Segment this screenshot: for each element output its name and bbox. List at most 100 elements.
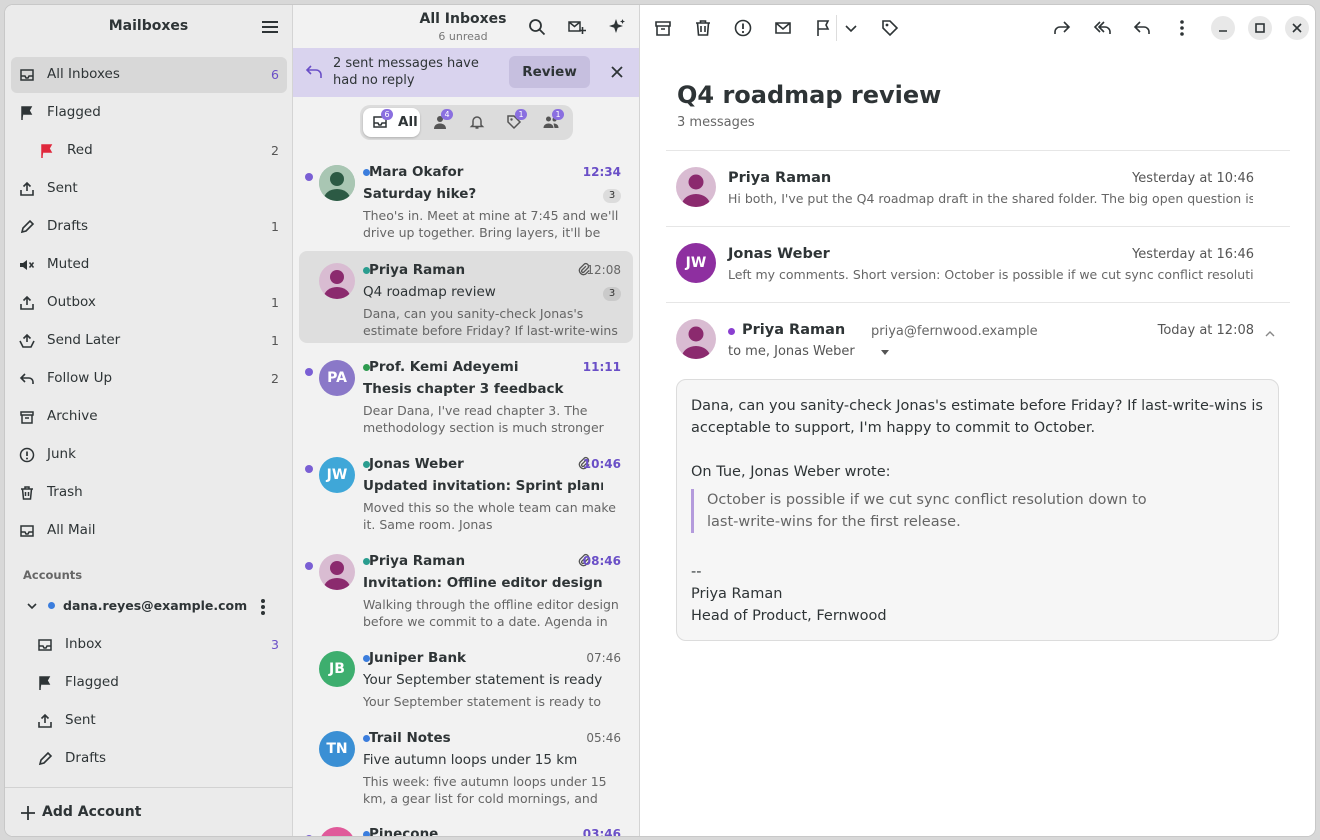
add-account-button[interactable]: Add Account: [5, 787, 293, 836]
quoted-text-content: October is possible if we cut sync confl…: [707, 492, 1147, 530]
review-button[interactable]: Review: [509, 56, 590, 88]
filter-all[interactable]: 6 All: [363, 108, 420, 137]
message-time: 11:11: [582, 360, 621, 374]
reply-all-icon[interactable]: [1092, 18, 1112, 38]
hamburger-menu-icon[interactable]: [262, 20, 278, 34]
filter-tags[interactable]: 1: [497, 108, 531, 137]
sidebar-item-send-later[interactable]: Send Later 1: [11, 323, 287, 359]
message-row[interactable]: TN Trail Notes 05:46 Five autumn loops u…: [299, 719, 633, 811]
message-preview: This week: five autumn loops under 15 km…: [363, 774, 607, 806]
avatar: [319, 165, 355, 201]
sidebar-item-flagged[interactable]: Flagged: [11, 95, 287, 131]
message-time: Yesterday at 10:46: [1132, 171, 1254, 186]
minimize-icon: [1219, 30, 1227, 32]
account-item-sent[interactable]: Sent: [11, 703, 287, 739]
account-row[interactable]: dana.reyes@example.com: [11, 591, 287, 621]
message-preview: Hi both, I've put the Q4 roadmap draft i…: [728, 191, 1253, 206]
sidebar-item-label: Red: [67, 142, 93, 158]
filter-bar: 6 All 4 1 1: [360, 105, 573, 140]
chevron-up-icon[interactable]: [1264, 328, 1276, 340]
close-icon[interactable]: [611, 66, 623, 78]
filter-groups[interactable]: 1: [534, 108, 570, 137]
sidebar-item-follow-up[interactable]: Follow Up 2: [11, 361, 287, 397]
maximize-button[interactable]: [1248, 16, 1272, 40]
message-row-selected[interactable]: Priya Raman 12:08 Q4 roadmap review 3 Da…: [299, 251, 633, 343]
sidebar-item-label: Trash: [47, 484, 83, 500]
sidebar-item-label: Flagged: [47, 104, 101, 120]
inbox-icon: [20, 69, 34, 81]
message-row[interactable]: JB Juniper Bank 07:46 Your September sta…: [299, 639, 633, 714]
sidebar-item-label: Archive: [47, 408, 98, 424]
message-preview: Moved this so the whole team can make it…: [363, 500, 616, 532]
sidebar-item-sent[interactable]: Sent: [11, 171, 287, 207]
sidebar-item-archive[interactable]: Archive: [11, 399, 287, 435]
account-item-drafts[interactable]: Drafts: [11, 741, 287, 777]
sent-icon: [20, 181, 34, 196]
message-row[interactable]: JW Jonas Weber 10:46 Updated invitation:…: [299, 445, 633, 537]
message-subject: Your September statement is ready: [363, 672, 603, 688]
sidebar-item-junk[interactable]: Junk: [11, 437, 287, 473]
banner-text: 2 sent messages have had no reply: [333, 56, 479, 88]
collapsed-message[interactable]: JW Jonas Weber Yesterday at 16:46 Left m…: [666, 226, 1290, 302]
account-item-inbox[interactable]: Inbox 3: [11, 627, 287, 663]
kebab-menu-icon[interactable]: [260, 598, 266, 616]
sidebar-item-outbox[interactable]: Outbox 1: [11, 285, 287, 321]
message-sender: Priya Raman: [369, 553, 466, 569]
compose-icon[interactable]: [568, 18, 586, 36]
message-row[interactable]: Priya Raman 08:46 Invitation: Offline ed…: [299, 542, 633, 634]
sidebar-item-red[interactable]: Red 2: [11, 133, 287, 169]
sidebar-item-label: Muted: [47, 256, 90, 272]
archive-icon[interactable]: [653, 18, 673, 38]
reply-icon: [19, 373, 34, 384]
search-icon[interactable]: [528, 18, 546, 36]
tag-icon[interactable]: [880, 18, 900, 38]
chevron-down-icon[interactable]: [841, 18, 861, 38]
account-email: dana.reyes@example.com: [63, 598, 248, 613]
more-options-icon[interactable]: [1172, 18, 1192, 38]
chevron-down-icon[interactable]: [25, 599, 39, 613]
message-subject: Q4 roadmap review: [363, 284, 496, 300]
filter-people[interactable]: 4: [423, 108, 457, 137]
message-preview: Theo's in. Meet at mine at 7:45 and we'l…: [363, 208, 619, 240]
message-sender: Juniper Bank: [369, 650, 467, 666]
message-subject: Thesis chapter 3 feedback: [363, 381, 564, 397]
sparkle-icon[interactable]: [608, 18, 626, 36]
sidebar-item-all-inboxes[interactable]: All Inboxes 6: [11, 57, 287, 93]
collapsed-message[interactable]: Priya Raman Yesterday at 10:46 Hi both, …: [666, 150, 1290, 226]
avatar: JB: [319, 651, 355, 687]
filter-badge: 1: [552, 109, 564, 120]
sidebar-item-all-mail[interactable]: All Mail: [11, 513, 287, 549]
avatar: [676, 167, 716, 207]
open-message-header[interactable]: Priya Raman priya@fernwood.example Today…: [666, 302, 1290, 372]
mark-unread-icon[interactable]: [773, 18, 793, 38]
sidebar-item-label: All Inboxes: [47, 66, 120, 82]
message-row[interactable]: P Pinecone 03:46: [299, 815, 633, 836]
message-row[interactable]: Mara Okafor 12:34 Saturday hike? 3 Theo'…: [299, 153, 633, 245]
recipients[interactable]: to me, Jonas Weber: [728, 344, 855, 359]
sender-name: Priya Raman: [728, 170, 832, 186]
filter-badge: 1: [515, 109, 527, 120]
message-row[interactable]: PA Prof. Kemi Adeyemi 11:11 Thesis chapt…: [299, 348, 633, 440]
flag-icon: [21, 106, 33, 120]
flag-icon[interactable]: [813, 18, 833, 38]
account-item-flagged[interactable]: Flagged: [11, 665, 287, 701]
reply-arrow-icon: [305, 65, 322, 78]
filter-notifications[interactable]: [460, 108, 494, 137]
close-window-button[interactable]: [1285, 16, 1309, 40]
trash-icon[interactable]: [693, 18, 713, 38]
bell-icon: [469, 116, 485, 129]
sidebar-item-label: Drafts: [65, 750, 107, 766]
sidebar-item-trash[interactable]: Trash: [11, 475, 287, 511]
junk-icon[interactable]: [733, 18, 753, 38]
reply-icon[interactable]: [1132, 18, 1152, 38]
caret-down-icon[interactable]: [880, 349, 890, 357]
unread-count: 6: [271, 67, 279, 82]
minimize-button[interactable]: [1211, 16, 1235, 40]
sidebar-item-drafts[interactable]: Drafts 1: [11, 209, 287, 245]
avatar: JW: [676, 243, 716, 283]
message-preview: Walking through the offline editor desig…: [363, 597, 619, 629]
sidebar-item-muted[interactable]: Muted: [11, 247, 287, 283]
account-color-dot: [48, 602, 55, 609]
forward-icon[interactable]: [1052, 18, 1072, 38]
message-preview: Dana, can you sanity-check Jonas's estim…: [363, 306, 618, 338]
